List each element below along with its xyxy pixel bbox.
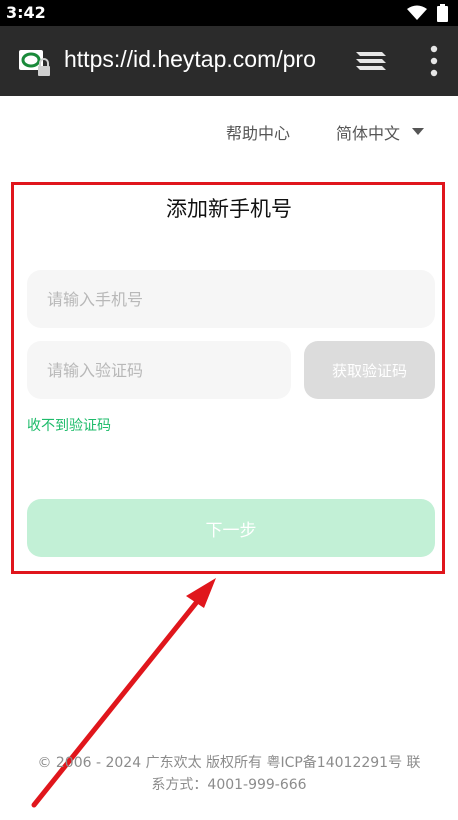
url-bar[interactable]: https://id.heytap.com/pro xyxy=(64,46,328,76)
help-center-link[interactable]: 帮助中心 xyxy=(226,120,290,144)
next-button[interactable]: 下一步 xyxy=(27,499,435,557)
more-menu-icon[interactable] xyxy=(428,44,440,78)
language-label: 简体中文 xyxy=(336,124,401,143)
caret-down-icon xyxy=(412,128,425,135)
no-code-link[interactable]: 收不到验证码 xyxy=(27,415,111,435)
battery-icon xyxy=(437,4,448,22)
tabs-icon[interactable] xyxy=(354,48,388,74)
page-title: 添加新手机号 xyxy=(166,197,292,221)
status-time: 3:42 xyxy=(6,3,46,22)
footer-contact: 系方式：4001-999-666 xyxy=(151,777,307,793)
status-bar: 3:42 xyxy=(0,0,458,26)
verification-code-input[interactable] xyxy=(27,341,291,399)
status-icons xyxy=(407,4,448,22)
wifi-icon xyxy=(407,5,427,20)
footer-copyright: © 2006 - 2024 广东欢太 版权所有 粤ICP备14012291号 联 xyxy=(37,755,421,771)
browser-toolbar: https://id.heytap.com/pro xyxy=(0,26,458,96)
get-code-button[interactable]: 获取验证码 xyxy=(304,341,435,399)
language-select[interactable]: 简体中文 xyxy=(336,120,425,144)
footer: © 2006 - 2024 广东欢太 版权所有 粤ICP备14012291号 联… xyxy=(20,752,438,796)
site-security-icon[interactable] xyxy=(18,48,52,78)
phone-input[interactable] xyxy=(27,270,435,328)
